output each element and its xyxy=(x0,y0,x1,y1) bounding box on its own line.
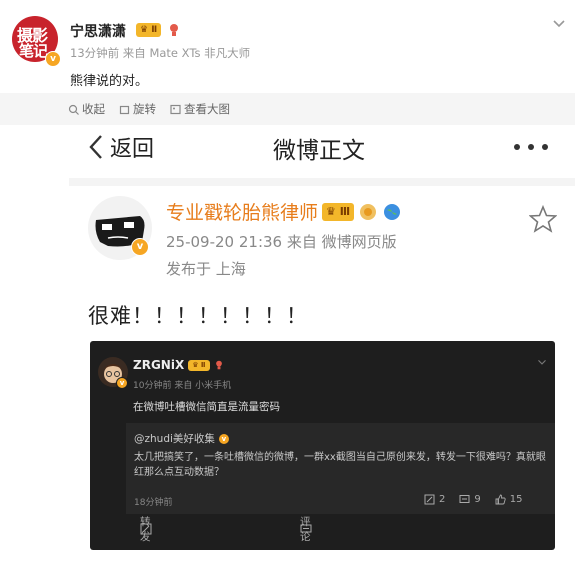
username-text: 宁思潇潇 xyxy=(70,24,126,40)
rotate-icon xyxy=(119,105,130,114)
post-date: 25-09-20 21:36 来自 微博网页版 xyxy=(166,233,397,251)
post-text: 熊律说的对。 xyxy=(70,74,149,89)
divider xyxy=(69,178,575,186)
embedded-screenshot: v ZRGNiX ♛ Ⅱ 10分钟前 来自 小米手机 在微博吐槽微信简直是流量密… xyxy=(90,341,555,550)
quoted-text: 太几把搞笑了，一条吐槽微信的微博，一群xx截图当自己原创来发，转发一下很难吗？真… xyxy=(134,452,546,478)
quoted-actions: 2 9 15 xyxy=(424,494,522,505)
image-toolbar: 收起 旋转 查看大图 xyxy=(68,101,230,117)
view-large-button[interactable]: 查看大图 xyxy=(170,101,230,117)
chevron-left-icon xyxy=(89,135,102,159)
more-icon[interactable] xyxy=(514,144,548,150)
username[interactable]: 宁思潇潇 xyxy=(70,21,126,41)
star-icon[interactable] xyxy=(528,204,558,237)
post-body: 很难！！！！！！！！ xyxy=(88,304,308,328)
chevron-down-icon[interactable] xyxy=(552,14,566,33)
chevron-down-icon xyxy=(537,351,547,370)
collapse-icon xyxy=(68,104,79,115)
author-name-text: 专业戳轮胎熊律师 xyxy=(166,202,319,224)
thumbs-up-icon xyxy=(495,494,506,505)
post-location: 发布于 上海 xyxy=(166,260,246,278)
rotate-label: 旋转 xyxy=(133,102,156,116)
quoted-user: @zhudi美好收集 v xyxy=(134,431,230,446)
collect-button[interactable]: 收起 xyxy=(68,101,105,117)
screenshot-comment: 评论 xyxy=(300,516,312,543)
view-large-label: 查看大图 xyxy=(184,102,230,116)
screenshot-meta: 10分钟前 来自 小米手机 xyxy=(133,381,232,391)
repost-icon xyxy=(424,494,435,505)
rotate-button[interactable]: 旋转 xyxy=(119,101,156,117)
image-icon xyxy=(170,104,181,114)
author-name[interactable]: 专业戳轮胎熊律师 ♛ Ⅲ xyxy=(166,198,402,225)
quoted-post: @zhudi美好收集 v 太几把搞笑了，一条吐槽微信的微博，一群xx截图当自己原… xyxy=(126,423,555,514)
collect-label: 收起 xyxy=(82,102,105,116)
badges: ♛ Ⅱ xyxy=(136,23,181,37)
back-button[interactable]: 返回 xyxy=(88,131,154,163)
level-badge: ♛ Ⅱ xyxy=(136,23,162,37)
medal-icon xyxy=(170,24,179,36)
comment-count: 9 xyxy=(459,494,481,505)
verified-icon: v xyxy=(116,377,128,389)
author-level-badge: ♛ Ⅲ xyxy=(322,202,355,221)
screenshot-level-badge: ♛ Ⅱ xyxy=(188,359,210,371)
screenshot-text: 在微博吐槽微信简直是流量密码 xyxy=(133,401,280,413)
medal-icon xyxy=(360,203,377,220)
verified-icon: v xyxy=(217,432,230,445)
screenshot-repost: 转发 xyxy=(140,516,152,543)
avatar-text-2: 笔记 xyxy=(19,42,48,60)
comment-icon xyxy=(459,495,470,503)
screenshot-username: ZRGNiX ♛ Ⅱ xyxy=(133,358,224,372)
back-label: 返回 xyxy=(110,137,155,162)
verified-icon: v xyxy=(45,51,61,67)
globe-icon xyxy=(384,203,401,220)
quoted-time: 18分钟前 xyxy=(134,498,173,508)
medal-icon xyxy=(215,360,222,370)
post-meta: 13分钟前 来自 Mate XTs 非凡大师 xyxy=(70,46,251,60)
like-count: 15 xyxy=(495,494,522,505)
page-title: 微博正文 xyxy=(273,138,365,164)
repost-count: 2 xyxy=(424,494,445,505)
verified-icon: v xyxy=(131,238,149,256)
